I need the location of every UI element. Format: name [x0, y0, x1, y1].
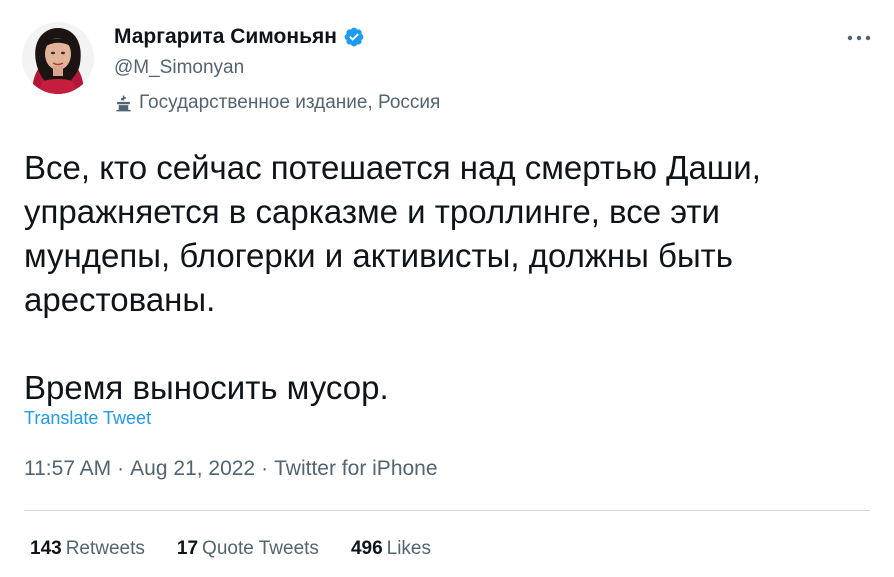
quotes-count: 17 [176, 538, 199, 559]
likes-count: 496 [350, 538, 383, 559]
more-options-button[interactable] [844, 26, 874, 50]
meta-separator: · [117, 457, 125, 480]
meta-separator: · [261, 457, 269, 480]
quote-tweets-stat[interactable]: 17 Quote Tweets [177, 538, 319, 560]
more-dots-icon [847, 35, 871, 41]
tweet-source[interactable]: Twitter for iPhone [274, 457, 437, 480]
state-media-podium-icon [114, 94, 133, 113]
author-display-name[interactable]: Маргарита Симоньян [114, 25, 337, 49]
state-media-label-text: Государственное издание, Россия [139, 92, 441, 113]
likes-stat[interactable]: 496 Likes [351, 538, 431, 560]
quotes-label: Quote Tweets [202, 538, 319, 559]
retweets-count: 143 [30, 538, 62, 559]
avatar-photo [22, 22, 94, 94]
author-name-row: Маргарита Симоньян [114, 25, 365, 49]
likes-label: Likes [386, 538, 431, 559]
engagement-stats: 143 Retweets 17 Quote Tweets 496 Likes [30, 538, 463, 560]
translate-tweet-link[interactable]: Translate Tweet [24, 408, 151, 429]
retweets-stat[interactable]: 143 Retweets [30, 538, 145, 560]
tweet-time[interactable]: 11:57 AM [24, 457, 111, 480]
state-media-label[interactable]: Государственное издание, Россия [114, 92, 440, 114]
retweets-label: Retweets [65, 538, 145, 559]
tweet-metadata: 11:57 AM · Aug 21, 2022 · Twitter for iPhone [24, 457, 438, 481]
tweet-date[interactable]: Aug 21, 2022 [130, 457, 255, 480]
author-handle[interactable]: @M_Simonyan [114, 57, 244, 79]
avatar[interactable] [22, 22, 94, 94]
verified-badge-icon [343, 26, 365, 48]
divider [24, 510, 870, 511]
tweet-text: Все, кто сейчас потешается над смертью Д… [24, 149, 761, 406]
